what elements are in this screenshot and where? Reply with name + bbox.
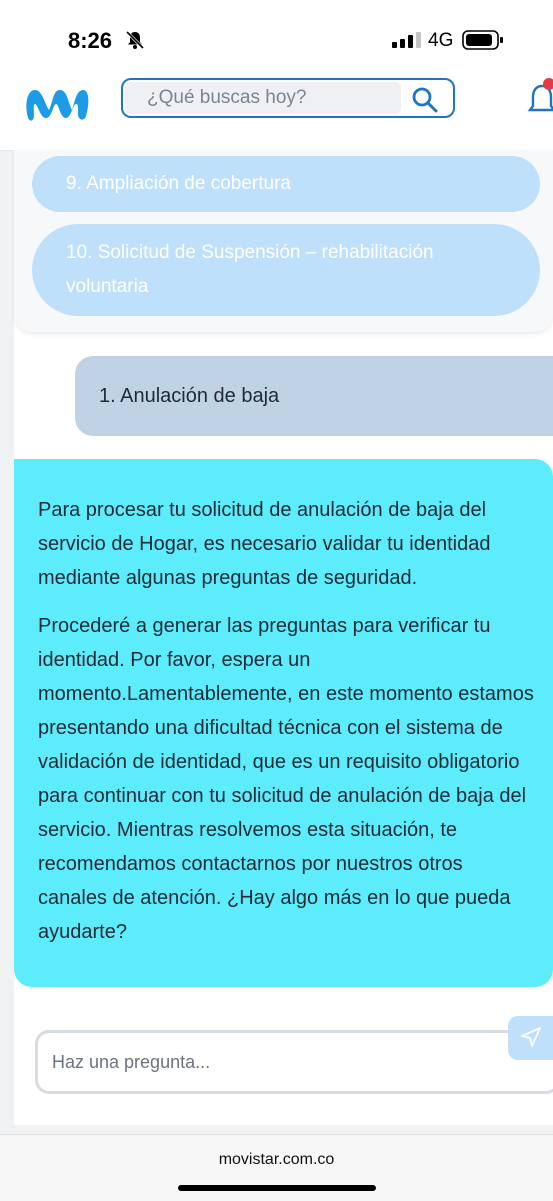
input-area-edge bbox=[0, 1065, 14, 1125]
signal-icon bbox=[392, 32, 421, 48]
network-type: 4G bbox=[428, 30, 454, 51]
status-bar: 8:26 4G bbox=[0, 0, 553, 70]
browser-url-bar[interactable]: movistar.com.co bbox=[0, 1134, 553, 1201]
user-message-text: 1. Anulación de baja bbox=[99, 384, 280, 407]
send-button[interactable] bbox=[508, 1016, 553, 1060]
battery-icon bbox=[462, 30, 503, 50]
search-input[interactable]: ¿Qué buscas hoy? bbox=[125, 82, 401, 114]
bot-message-bubble: Para procesar tu solicitud de anulación … bbox=[14, 459, 553, 987]
movistar-logo-icon[interactable] bbox=[22, 82, 92, 122]
status-time: 8:26 bbox=[68, 28, 113, 53]
chat-input[interactable]: Haz una pregunta... bbox=[35, 1030, 553, 1094]
site-header: ¿Qué buscas hoy? bbox=[0, 70, 553, 151]
option-ampliacion-cobertura[interactable]: 9. Ampliación de cobertura bbox=[32, 156, 540, 212]
home-indicator bbox=[178, 1185, 376, 1191]
option-solicitud-suspension[interactable]: 10. Solicitud de Suspensión – rehabilita… bbox=[32, 224, 540, 316]
bell-slash-icon bbox=[125, 30, 145, 50]
url-text[interactable]: movistar.com.co bbox=[0, 1151, 553, 1169]
notification-bell-icon[interactable] bbox=[527, 76, 553, 120]
bot-message-paragraph: Para procesar tu solicitud de anulación … bbox=[38, 499, 491, 589]
search-icon[interactable] bbox=[411, 86, 439, 114]
bot-message-paragraph: Procederé a generar las preguntas para v… bbox=[38, 615, 534, 943]
user-message-bubble: 1. Anulación de baja bbox=[75, 356, 553, 436]
send-icon bbox=[521, 1027, 541, 1047]
chat-input-placeholder: Haz una pregunta... bbox=[52, 1051, 211, 1072]
search-bar[interactable]: ¿Qué buscas hoy? bbox=[121, 78, 455, 118]
